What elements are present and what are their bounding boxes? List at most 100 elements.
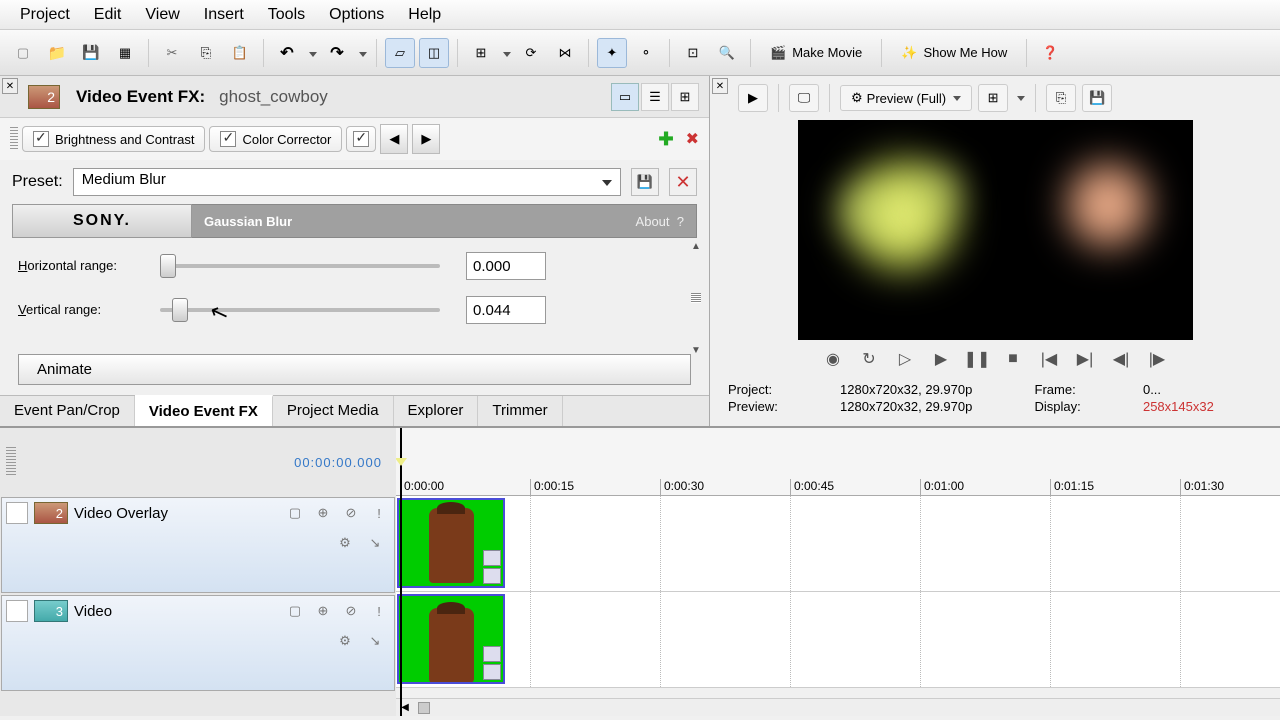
stop-button[interactable]: ■ (1000, 348, 1026, 370)
paste-button[interactable] (225, 38, 255, 68)
video-clip[interactable] (397, 594, 505, 684)
help-context-button[interactable]: ❓ (1035, 38, 1065, 68)
grip-icon[interactable] (10, 127, 18, 151)
copy-button[interactable] (191, 38, 221, 68)
zoom-button[interactable]: 🔍 (712, 38, 742, 68)
compositing-button[interactable]: ↘ (364, 532, 386, 554)
clip-fx-icon[interactable] (483, 550, 501, 566)
view-mode-3[interactable]: ⊞ (671, 83, 699, 111)
track-name[interactable]: Video Overlay (74, 505, 278, 522)
add-fx-icon[interactable]: ✚ (659, 129, 674, 150)
solo-button[interactable]: ! (368, 600, 390, 622)
track-fx-button[interactable]: ⚙ (334, 532, 356, 554)
grip-icon[interactable] (6, 447, 16, 477)
playhead[interactable] (400, 428, 402, 716)
track-lane[interactable] (396, 592, 1280, 688)
remove-fx-icon[interactable]: ✖ (686, 129, 699, 149)
snap-button[interactable]: ⊞ (466, 38, 496, 68)
make-movie-button[interactable]: 🎬 Make Movie (759, 40, 873, 66)
tab-video-event-fx[interactable]: Video Event FX (135, 395, 273, 426)
external-monitor-button[interactable]: 🖵 (789, 84, 819, 112)
save-button[interactable] (76, 38, 106, 68)
cut-button[interactable] (157, 38, 187, 68)
tab-trimmer[interactable]: Trimmer (478, 396, 562, 426)
menu-project[interactable]: Project (8, 2, 82, 28)
view-mode-2[interactable]: ☰ (641, 83, 669, 111)
new-button[interactable] (8, 38, 38, 68)
slider-thumb[interactable] (160, 254, 176, 278)
edit-tool-select[interactable]: ◫ (419, 38, 449, 68)
record-button[interactable]: ◉ (820, 348, 846, 370)
checkbox-icon[interactable] (33, 131, 49, 147)
open-button[interactable] (42, 38, 72, 68)
lock-button[interactable]: ⚬ (631, 38, 661, 68)
track-header-video[interactable]: 3 Video ▢ ⊕ ⊘ ! ⚙ ↘ (1, 595, 395, 691)
track-motion-button[interactable]: ⊕ (312, 600, 334, 622)
preview-device-button[interactable]: ▶ (738, 84, 768, 112)
track-header-video-overlay[interactable]: 2 Video Overlay ▢ ⊕ ⊘ ! ⚙ ↘ (1, 497, 395, 593)
edit-tool-normal[interactable]: ▱ (385, 38, 415, 68)
horizontal-range-slider[interactable] (160, 264, 440, 268)
view-mode-1[interactable]: ▭ (611, 83, 639, 111)
properties-button[interactable] (110, 38, 140, 68)
track-fx-button[interactable]: ⚙ (334, 630, 356, 652)
menu-view[interactable]: View (133, 2, 191, 28)
marker-button[interactable]: ⊡ (678, 38, 708, 68)
show-me-how-button[interactable]: ✨ Show Me How (890, 40, 1018, 66)
menu-options[interactable]: Options (317, 2, 396, 28)
timeline-ruler[interactable]: 0:00:00 0:00:15 0:00:30 0:00:45 0:01:00 … (396, 428, 1280, 496)
tab-project-media[interactable]: Project Media (273, 396, 394, 426)
params-scrollbar[interactable]: ▲ ▼ (687, 238, 705, 358)
timecode-display[interactable]: 00:00:00.000 (0, 428, 396, 496)
animate-button[interactable]: Animate (18, 354, 691, 385)
fx-chain-next[interactable] (346, 126, 376, 152)
delete-preset-button[interactable]: ✕ (669, 168, 697, 196)
preset-dropdown[interactable]: Medium Blur (73, 168, 621, 196)
menu-insert[interactable]: Insert (192, 2, 256, 28)
menu-tools[interactable]: Tools (256, 2, 317, 28)
copy-snapshot-button[interactable]: ⎘ (1046, 84, 1076, 112)
overlay-button[interactable]: ⊞ (978, 84, 1008, 112)
bypass-fx-button[interactable]: ▢ (284, 502, 306, 524)
tab-explorer[interactable]: Explorer (394, 396, 479, 426)
track-name[interactable]: Video (74, 603, 278, 620)
go-start-button[interactable]: |◀ (1036, 348, 1062, 370)
crossfade-button[interactable]: ⋈ (550, 38, 580, 68)
checkbox-icon[interactable] (353, 131, 369, 147)
preview-quality-dropdown[interactable]: ⚙ Preview (Full) (840, 85, 972, 111)
play-from-start-button[interactable]: ▷ (892, 348, 918, 370)
horizontal-range-input[interactable] (466, 252, 546, 280)
horizontal-scrollbar[interactable]: ◀ (396, 698, 1280, 716)
tab-event-pan-crop[interactable]: Event Pan/Crop (0, 396, 135, 426)
chain-prev-button[interactable]: ◀ (380, 124, 408, 154)
close-panel-button[interactable]: ✕ (2, 78, 18, 94)
video-clip[interactable] (397, 498, 505, 588)
pause-button[interactable]: ❚❚ (964, 348, 990, 370)
prev-frame-button[interactable]: ◀| (1108, 348, 1134, 370)
autotool-button[interactable]: ✦ (597, 38, 627, 68)
scroll-down-button[interactable]: ▼ (688, 342, 704, 358)
bypass-fx-button[interactable]: ▢ (284, 600, 306, 622)
solo-button[interactable]: ! (368, 502, 390, 524)
mute-button[interactable]: ⊘ (340, 502, 362, 524)
close-preview-button[interactable]: ✕ (712, 78, 728, 94)
minimize-track-button[interactable] (6, 600, 28, 622)
vertical-range-input[interactable] (466, 296, 546, 324)
undo-button[interactable] (272, 38, 302, 68)
clip-generate-icon[interactable] (483, 568, 501, 584)
track-motion-button[interactable]: ⊕ (312, 502, 334, 524)
menu-edit[interactable]: Edit (82, 2, 134, 28)
vertical-range-slider[interactable] (160, 308, 440, 312)
go-end-button[interactable]: ▶| (1072, 348, 1098, 370)
fx-chain-color-corrector[interactable]: Color Corrector (209, 126, 342, 152)
menu-help[interactable]: Help (396, 2, 453, 28)
scroll-grip[interactable] (691, 293, 701, 303)
checkbox-icon[interactable] (220, 131, 236, 147)
clip-generate-icon[interactable] (483, 664, 501, 680)
scroll-thumb[interactable] (418, 702, 430, 714)
compositing-button[interactable]: ↘ (364, 630, 386, 652)
clip-fx-icon[interactable] (483, 646, 501, 662)
next-frame-button[interactable]: |▶ (1144, 348, 1170, 370)
loop-button[interactable]: ↻ (856, 348, 882, 370)
autoripple-button[interactable]: ⟳ (516, 38, 546, 68)
